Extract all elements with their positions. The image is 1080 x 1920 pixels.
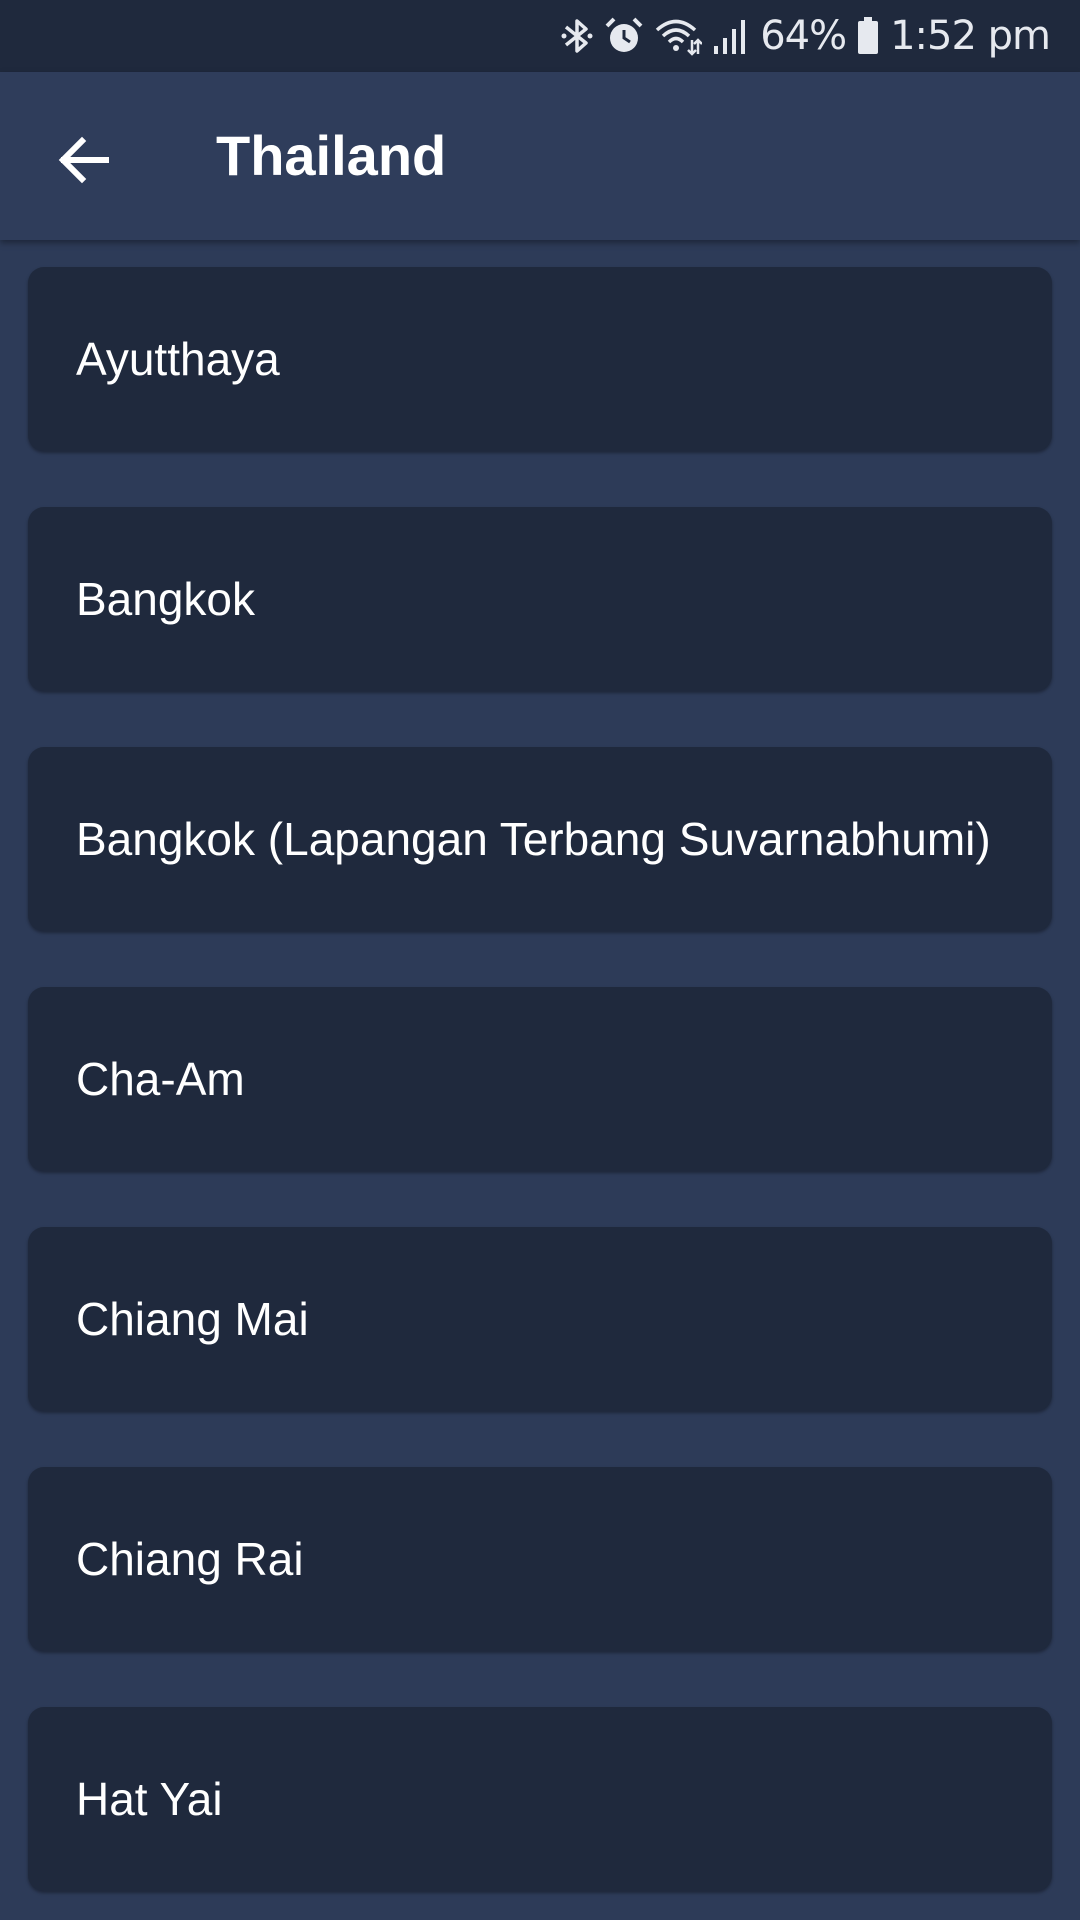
list-item-chiang-rai[interactable]: Chiang Rai xyxy=(28,1467,1052,1651)
list-item-bangkok[interactable]: Bangkok xyxy=(28,507,1052,691)
list-item-hat-yai[interactable]: Hat Yai xyxy=(28,1707,1052,1891)
list-item-label: Ayutthaya xyxy=(76,333,280,385)
list-item-chiang-mai[interactable]: Chiang Mai xyxy=(28,1227,1052,1411)
arrow-left-icon xyxy=(58,136,109,184)
app-bar: Thailand xyxy=(0,72,1080,240)
list-item-label: Bangkok (Lapangan Terbang Suvarnabhumi) xyxy=(76,813,991,865)
status-bar: 64% 1:52 pm xyxy=(0,0,1080,72)
list-item-label: Chiang Rai xyxy=(76,1533,304,1585)
list-item-bangkok-suvarnabhumi[interactable]: Bangkok (Lapangan Terbang Suvarnabhumi) xyxy=(28,747,1052,931)
battery-percent: 64% xyxy=(760,13,847,59)
list-item-label: Bangkok xyxy=(76,573,256,625)
wifi-icon xyxy=(654,16,703,56)
bluetooth-icon xyxy=(560,16,594,56)
status-time: 1:52 pm xyxy=(890,13,1051,59)
back-button[interactable] xyxy=(36,112,132,208)
signal-icon xyxy=(712,16,750,56)
page-title: Thailand xyxy=(216,124,447,187)
list-item-label: Hat Yai xyxy=(76,1773,223,1825)
list-item-label: Cha-Am xyxy=(76,1053,245,1105)
battery-icon xyxy=(856,16,880,56)
alarm-icon xyxy=(604,16,644,56)
city-list[interactable]: Ayutthaya Bangkok Bangkok (Lapangan Terb… xyxy=(0,240,1080,1920)
list-item-ayutthaya[interactable]: Ayutthaya xyxy=(28,267,1052,451)
status-icons: 64% 1:52 pm xyxy=(560,0,1051,72)
list-item-label: Chiang Mai xyxy=(76,1293,309,1345)
list-item-cha-am[interactable]: Cha-Am xyxy=(28,987,1052,1171)
